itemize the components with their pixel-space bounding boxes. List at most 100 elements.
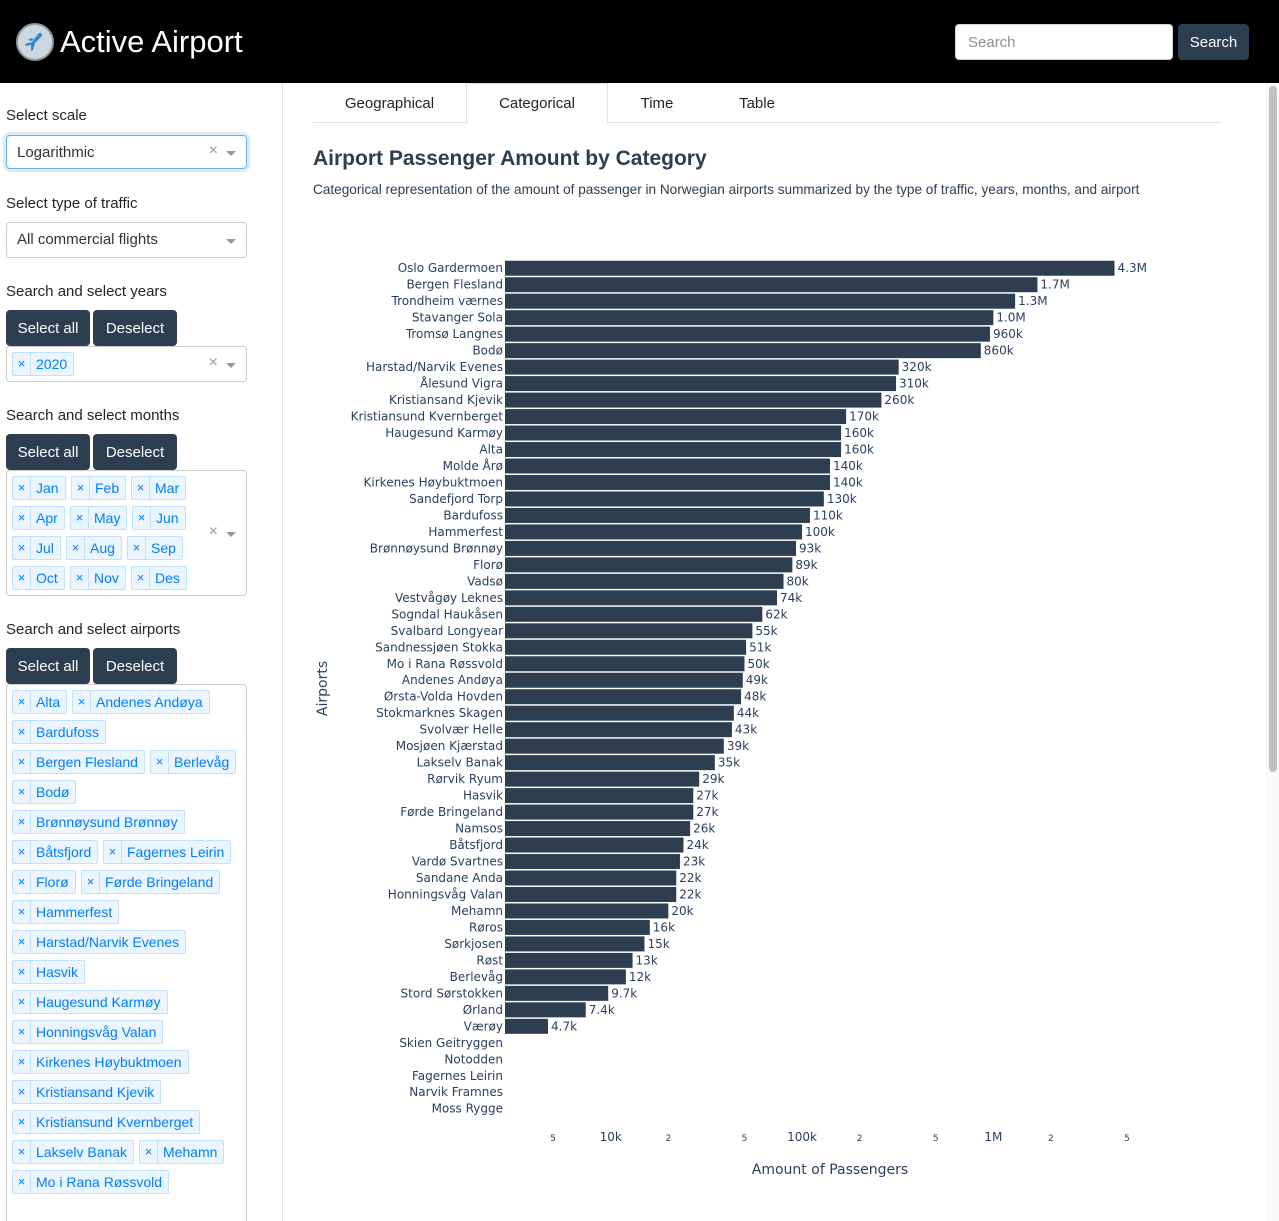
clear-icon[interactable]: × (209, 354, 218, 372)
remove-chip-icon[interactable]: × (13, 841, 31, 863)
app-title[interactable]: Active Airport (60, 22, 243, 62)
tab-geographical[interactable]: Geographical (313, 83, 466, 123)
remove-chip-icon[interactable]: × (128, 537, 146, 559)
remove-chip-icon[interactable]: × (13, 811, 31, 833)
selected-chip[interactable]: × Andenes Andøya (72, 690, 210, 714)
months-deselect-button[interactable]: Deselect (93, 434, 177, 470)
remove-chip-icon[interactable]: × (13, 961, 31, 983)
selected-chip[interactable]: × Lakselv Banak (12, 1140, 135, 1164)
data-label: 4.3M (1118, 261, 1147, 275)
search-input[interactable] (955, 24, 1173, 60)
remove-chip-icon[interactable]: × (13, 1141, 31, 1163)
selected-chip[interactable]: × Jun (132, 506, 186, 530)
remove-chip-icon[interactable]: × (132, 477, 150, 499)
selected-chip[interactable]: × Haugesund Karmøy (12, 990, 168, 1014)
selected-chip[interactable]: × Hasvik (12, 960, 86, 984)
remove-chip-icon[interactable]: × (140, 1141, 158, 1163)
selected-chip[interactable]: × Harstad/Narvik Evenes (12, 930, 187, 954)
airports-select-all-button[interactable]: Select all (6, 648, 90, 684)
selected-chip[interactable]: × Honningsvåg Valan (12, 1020, 164, 1044)
clear-icon[interactable]: × (209, 523, 218, 541)
months-multiselect[interactable]: × × Jan × Feb × Mar × Apr × May × Jun × Jul × Aug × Sep × O… (6, 470, 247, 596)
selected-chip[interactable]: × Bodø (12, 780, 77, 804)
years-select-all-button[interactable]: Select all (6, 310, 90, 346)
years-deselect-button[interactable]: Deselect (93, 310, 177, 346)
clear-icon[interactable]: × (209, 142, 218, 160)
remove-chip-icon[interactable]: × (13, 1171, 31, 1193)
airports-multiselect[interactable]: × Alta × Andenes Andøya × Bardufoss × Bergen Fl… (6, 684, 247, 1221)
selected-chip[interactable]: × Sep (127, 536, 183, 560)
selected-chip[interactable]: × Mo i Rana Røssvold (12, 1170, 170, 1194)
selected-chip[interactable]: × May (70, 506, 128, 530)
selected-chip[interactable]: × Des (131, 566, 187, 590)
selected-chip[interactable]: × Florø (12, 870, 76, 894)
remove-chip-icon[interactable]: × (13, 477, 31, 499)
remove-chip-icon[interactable]: × (13, 781, 31, 803)
remove-chip-icon[interactable]: × (13, 991, 31, 1013)
remove-chip-icon[interactable]: × (13, 1051, 31, 1073)
remove-chip-icon[interactable]: × (132, 567, 150, 589)
remove-chip-icon[interactable]: × (13, 353, 31, 375)
remove-chip-icon[interactable]: × (73, 691, 91, 713)
remove-chip-icon[interactable]: × (71, 507, 89, 529)
remove-chip-icon[interactable]: × (67, 537, 85, 559)
selected-chip[interactable]: × Mehamn (139, 1140, 225, 1164)
selected-chip[interactable]: × Oct (12, 566, 65, 590)
remove-chip-icon[interactable]: × (104, 841, 122, 863)
chevron-down-icon[interactable] (226, 532, 236, 537)
selected-chip[interactable]: × Berlevåg (150, 750, 237, 774)
bar (505, 985, 609, 1001)
selected-chip[interactable]: × Jan (12, 476, 66, 500)
selected-chip[interactable]: × Førde Bringeland (81, 870, 221, 894)
remove-chip-icon[interactable]: × (71, 567, 89, 589)
selected-chip[interactable]: × Mar (131, 476, 187, 500)
selected-chip[interactable]: × Feb (71, 476, 127, 500)
selected-chip[interactable]: × 2020 (12, 352, 75, 376)
selected-chip[interactable]: × Hammerfest (12, 900, 120, 924)
airports-deselect-button[interactable]: Deselect (93, 648, 177, 684)
chevron-down-icon[interactable] (226, 151, 236, 156)
selected-chip[interactable]: × Jul (12, 536, 61, 560)
selected-chip[interactable]: × Bergen Flesland (12, 750, 145, 774)
selected-chip[interactable]: × Fagernes Leirin (103, 840, 232, 864)
data-label: 51k (749, 640, 771, 654)
months-select-all-button[interactable]: Select all (6, 434, 90, 470)
remove-chip-icon[interactable]: × (72, 477, 90, 499)
scrollbar-thumb[interactable] (1269, 86, 1277, 772)
remove-chip-icon[interactable]: × (13, 871, 31, 893)
selected-chip[interactable]: × Aug (66, 536, 122, 560)
remove-chip-icon[interactable]: × (13, 1021, 31, 1043)
scale-dropdown[interactable]: Logarithmic × (6, 135, 247, 169)
years-multiselect[interactable]: × × 2020 (6, 346, 247, 382)
chevron-down-icon[interactable] (226, 363, 236, 368)
traffic-dropdown[interactable]: All commercial flights (6, 222, 247, 258)
selected-chip[interactable]: × Apr (12, 506, 65, 530)
tab-table[interactable]: Table (706, 83, 808, 123)
selected-chip[interactable]: × Kirkenes Høybuktmoen (12, 1050, 189, 1074)
remove-chip-icon[interactable]: × (13, 721, 31, 743)
remove-chip-icon[interactable]: × (13, 931, 31, 953)
selected-chip[interactable]: × Brønnøysund Brønnøy (12, 810, 185, 834)
search-button[interactable]: Search (1178, 24, 1249, 60)
tab-categorical[interactable]: Categorical (466, 83, 608, 124)
remove-chip-icon[interactable]: × (82, 871, 100, 893)
remove-chip-icon[interactable]: × (13, 567, 31, 589)
remove-chip-icon[interactable]: × (13, 1111, 31, 1133)
chevron-down-icon[interactable] (226, 239, 236, 244)
selected-chip[interactable]: × Bardufoss (12, 720, 107, 744)
selected-chip[interactable]: × Alta (12, 690, 68, 714)
passenger-bar-chart[interactable]: Oslo Gardermoen 4.3M Bergen Flesland 1.7M Tr… (300, 240, 1230, 1180)
remove-chip-icon[interactable]: × (13, 901, 31, 923)
selected-chip[interactable]: × Kristiansund Kvernberget (12, 1110, 201, 1134)
tab-time[interactable]: Time (608, 83, 706, 123)
selected-chip[interactable]: × Nov (70, 566, 126, 590)
remove-chip-icon[interactable]: × (13, 691, 31, 713)
remove-chip-icon[interactable]: × (13, 507, 31, 529)
selected-chip[interactable]: × Kristiansand Kjevik (12, 1080, 162, 1104)
remove-chip-icon[interactable]: × (13, 537, 31, 559)
remove-chip-icon[interactable]: × (151, 751, 169, 773)
remove-chip-icon[interactable]: × (133, 507, 151, 529)
remove-chip-icon[interactable]: × (13, 1081, 31, 1103)
selected-chip[interactable]: × Båtsfjord (12, 840, 99, 864)
remove-chip-icon[interactable]: × (13, 751, 31, 773)
